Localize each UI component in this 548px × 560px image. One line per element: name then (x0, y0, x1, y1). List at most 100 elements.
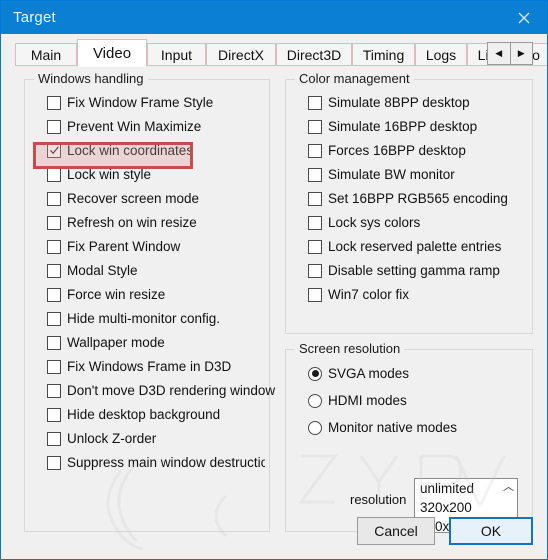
window-title: Target (13, 9, 56, 26)
checkbox-box (47, 167, 61, 182)
dialog-client-area: Main Video Input DirectX Direct3D Timing… (2, 34, 547, 559)
tab-scroll-prev-icon[interactable]: ◀ (488, 43, 511, 64)
checkbox-simulate-8bpp-desktop[interactable]: Simulate 8BPP desktop (308, 92, 470, 113)
checkbox-fix-window-frame-style[interactable]: Fix Window Frame Style (47, 92, 213, 113)
checkbox-label: Unlock Z-order (67, 431, 157, 446)
checkbox-box (308, 191, 322, 206)
ok-button[interactable]: OK (449, 517, 533, 545)
checkbox-label: Set 16BPP RGB565 encoding (328, 191, 508, 206)
checkbox-prevent-win-maximize[interactable]: Prevent Win Maximize (47, 116, 201, 137)
checkbox-label: Recover screen mode (67, 191, 200, 206)
radio-label: HDMI modes (328, 393, 407, 408)
tab-scroll-next-icon[interactable]: ▶ (511, 43, 533, 64)
checkbox-label: Prevent Win Maximize (67, 119, 202, 134)
tab-directx-label: DirectX (218, 46, 264, 63)
checkbox-box (47, 431, 61, 446)
checkbox-dont-move-d3d-rendering-window[interactable]: Don't move D3D rendering window (47, 380, 275, 401)
checkbox-fix-windows-frame-in-d3d[interactable]: Fix Windows Frame in D3D (47, 356, 231, 377)
tab-video[interactable]: Video (77, 39, 147, 67)
tab-input[interactable]: Input (147, 43, 206, 66)
radio-monitor-native-modes[interactable]: Monitor native modes (308, 417, 457, 438)
checkbox-box (47, 191, 61, 206)
screen-resolution-title: Screen resolution (295, 341, 405, 356)
checkbox-box (308, 287, 322, 302)
checkbox-simulate-bw-monitor[interactable]: Simulate BW monitor (308, 164, 455, 185)
checkbox-win7-color-fix[interactable]: Win7 color fix (308, 284, 409, 305)
checkbox-recover-screen-mode[interactable]: Recover screen mode (47, 188, 199, 209)
windows-handling-group: Windows handling Fix Window Frame Style … (24, 71, 275, 532)
checkbox-lock-reserved-palette-entries[interactable]: Lock reserved palette entries (308, 236, 501, 257)
checkbox-box (308, 167, 322, 182)
radio-hdmi-modes[interactable]: HDMI modes (308, 390, 407, 411)
checkbox-box (47, 359, 61, 374)
close-icon[interactable] (501, 1, 547, 34)
checkbox-hide-multi-monitor-config[interactable]: Hide multi-monitor config. (47, 308, 220, 329)
tab-scroll-buttons[interactable]: ◀ ▶ (487, 42, 533, 65)
tab-directx[interactable]: DirectX (206, 43, 276, 66)
checkbox-box (308, 215, 322, 230)
checkbox-forces-16bpp-desktop[interactable]: Forces 16BPP desktop (308, 140, 466, 161)
tab-main[interactable]: Main (15, 43, 77, 66)
checkbox-box (47, 311, 61, 326)
radio-label: Monitor native modes (328, 420, 458, 435)
color-management-title: Color management (295, 71, 414, 86)
tab-logs-label: Logs (425, 46, 457, 63)
radio-circle (308, 420, 322, 435)
checkbox-suppress-main-window-destruction[interactable]: Suppress main window destruction (47, 452, 265, 473)
checkbox-label: Forces 16BPP desktop (328, 143, 466, 158)
checkbox-force-win-resize[interactable]: Force win resize (47, 284, 165, 305)
checkbox-label: Simulate 8BPP desktop (328, 95, 470, 110)
checkbox-lock-win-coordinates[interactable]: Lock win coordinates (47, 140, 193, 161)
checkbox-label: Wallpaper mode (67, 335, 165, 350)
checkbox-lock-sys-colors[interactable]: Lock sys colors (308, 212, 420, 233)
checkbox-box (47, 263, 61, 278)
checkbox-label: Fix Windows Frame in D3D (67, 359, 232, 374)
checkbox-label: Fix Window Frame Style (67, 95, 214, 110)
scroll-up-icon[interactable]: ︿ (503, 479, 514, 496)
checkbox-simulate-16bpp-desktop[interactable]: Simulate 16BPP desktop (308, 116, 477, 137)
radio-circle (308, 366, 322, 381)
checkbox-label: Hide desktop background (67, 407, 221, 422)
windows-handling-title: Windows handling (34, 71, 148, 86)
cancel-button[interactable]: Cancel (357, 517, 435, 545)
checkbox-refresh-on-win-resize[interactable]: Refresh on win resize (47, 212, 197, 233)
checkbox-label: Fix Parent Window (67, 239, 181, 254)
screen-resolution-group: Screen resolution SVGA modes HDMI modes … (285, 341, 533, 533)
checkbox-disable-setting-gamma-ramp[interactable]: Disable setting gamma ramp (308, 260, 500, 281)
radio-label: SVGA modes (328, 366, 410, 381)
checkbox-label: Lock win coordinates (67, 143, 194, 158)
checkbox-label: Don't move D3D rendering window (67, 383, 276, 398)
checkbox-wallpaper-mode[interactable]: Wallpaper mode (47, 332, 165, 353)
checkbox-box (308, 119, 322, 134)
tab-direct3d-label: Direct3D (286, 46, 342, 63)
checkbox-label: Win7 color fix (328, 287, 410, 302)
checkbox-lock-win-style[interactable]: Lock win style (47, 164, 151, 185)
checkbox-box (47, 407, 61, 422)
radio-circle (308, 393, 322, 408)
checkbox-unlock-z-order[interactable]: Unlock Z-order (47, 428, 156, 449)
tab-logs[interactable]: Logs (415, 43, 467, 66)
checkbox-label: Suppress main window destruction (67, 455, 265, 470)
checkbox-label: Hide multi-monitor config. (67, 311, 221, 326)
checkbox-box (47, 239, 61, 254)
checkbox-set-16bpp-rgb565-encoding[interactable]: Set 16BPP RGB565 encoding (308, 188, 508, 209)
resolution-label: resolution (350, 492, 407, 507)
color-management-group: Color management Simulate 8BPP desktop S… (285, 71, 533, 334)
checkbox-label: Lock sys colors (328, 215, 421, 230)
radio-svga-modes[interactable]: SVGA modes (308, 363, 409, 384)
ok-button-label: OK (480, 523, 502, 539)
checkbox-modal-style[interactable]: Modal Style (47, 260, 138, 281)
checkbox-box (47, 215, 61, 230)
checkbox-box (308, 143, 322, 158)
checkbox-box (308, 239, 322, 254)
checkbox-hide-desktop-background[interactable]: Hide desktop background (47, 404, 220, 425)
tab-direct3d[interactable]: Direct3D (276, 43, 352, 66)
checkbox-fix-parent-window[interactable]: Fix Parent Window (47, 236, 180, 257)
tab-timing-label: Timing (362, 46, 405, 63)
checkbox-box (308, 263, 322, 278)
tab-input-label: Input (160, 46, 193, 63)
checkbox-label: Lock reserved palette entries (328, 239, 502, 254)
tab-video-label: Video (92, 44, 132, 62)
tab-timing[interactable]: Timing (352, 43, 415, 66)
checkbox-label: Disable setting gamma ramp (328, 263, 500, 278)
